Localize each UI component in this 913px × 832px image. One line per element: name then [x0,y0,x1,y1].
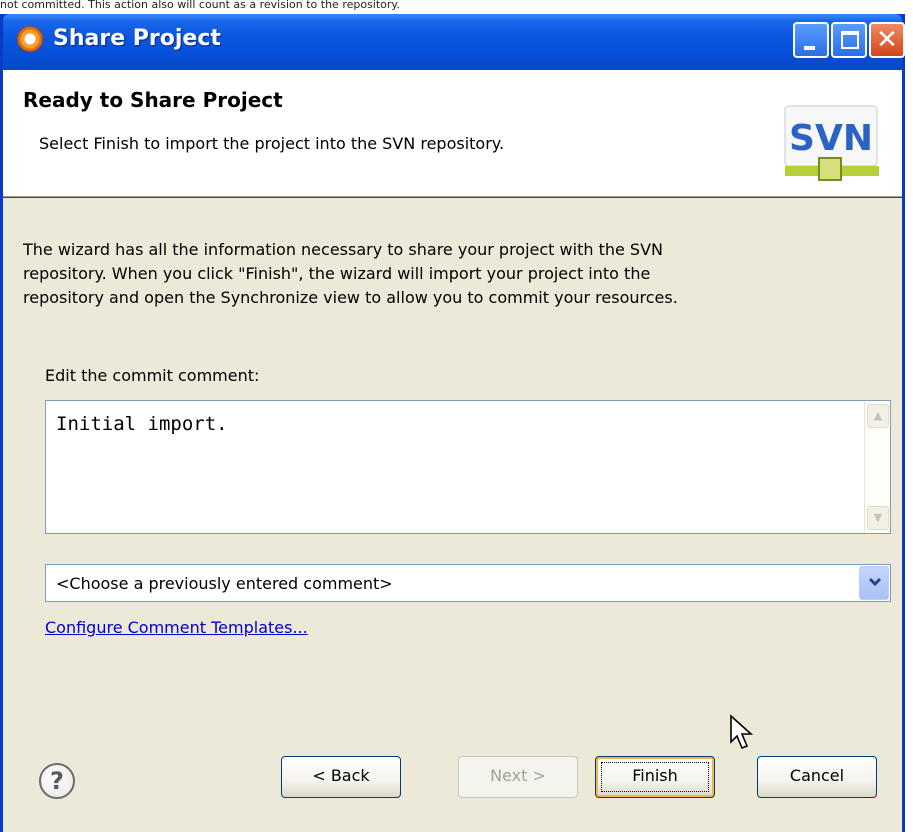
close-button[interactable]: ✕ [869,22,905,58]
chevron-down-icon [868,577,882,587]
intro-text: The wizard has all the information neces… [23,240,678,307]
minimize-icon [804,46,815,50]
back-button[interactable]: < Back [281,756,401,798]
previous-comment-dropdown[interactable]: <Choose a previously entered comment> [45,564,891,602]
background-text-strip: not committed. This action also will cou… [0,0,400,11]
scroll-up-icon[interactable]: ▲ [867,404,889,428]
mouse-cursor-icon [730,714,754,750]
maximize-icon [841,31,859,49]
wizard-banner: Ready to Share Project Select Finish to … [3,70,902,197]
commit-comment-value: Initial import. [56,413,228,435]
close-icon: ✕ [876,25,898,55]
page-title: Ready to Share Project [23,88,283,112]
cancel-button[interactable]: Cancel [757,756,877,798]
eclipse-icon [17,26,43,52]
window-title: Share Project [53,26,221,51]
next-button[interactable]: Next > [458,756,578,798]
dropdown-button[interactable] [859,566,889,600]
previous-comment-placeholder: <Choose a previously entered comment> [56,574,393,593]
maximize-button[interactable] [831,22,867,58]
comment-scrollbar[interactable]: ▲ ▼ [864,401,890,533]
wizard-body: The wizard has all the information neces… [3,198,902,832]
scroll-down-icon[interactable]: ▼ [867,506,889,530]
help-icon[interactable]: ? [39,763,75,799]
commit-comment-textarea[interactable]: Initial import. ▲ ▼ [45,400,891,534]
title-bar[interactable]: Share Project ✕ [3,14,905,70]
page-description: Select Finish to import the project into… [39,134,505,153]
configure-comment-templates-link[interactable]: Configure Comment Templates... [45,618,308,637]
svn-logo-text: SVN [789,118,873,159]
minimize-button[interactable] [793,22,829,58]
finish-button[interactable]: Finish [595,756,715,798]
svn-logo-icon: SVN [784,105,879,181]
focus-ring [601,762,709,792]
share-project-dialog: Share Project ✕ Ready to Share Project S… [0,14,905,832]
commit-comment-label: Edit the commit comment: [45,366,260,385]
